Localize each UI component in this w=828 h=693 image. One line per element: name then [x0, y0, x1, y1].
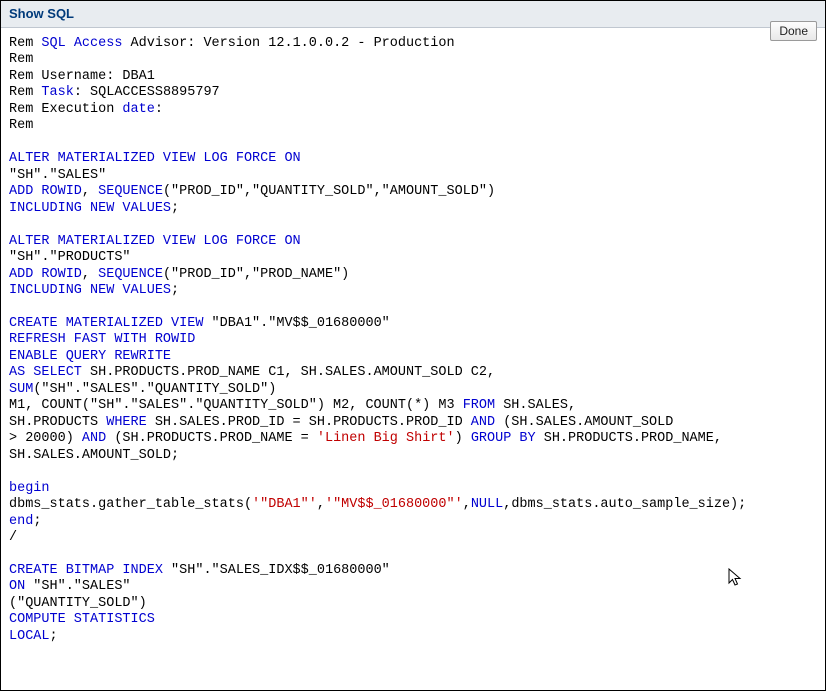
- panel-title: Show SQL: [9, 6, 74, 21]
- line: Rem: [9, 118, 33, 133]
- line: ADD ROWID, SEQUENCE("PROD_ID","QUANTITY_…: [9, 184, 495, 199]
- line: CREATE MATERIALIZED VIEW "DBA1"."MV$$_01…: [9, 316, 390, 331]
- line: M1, COUNT("SH"."SALES"."QUANTITY_SOLD") …: [9, 398, 576, 413]
- line: ENABLE QUERY REWRITE: [9, 349, 171, 364]
- line: dbms_stats.gather_table_stats('"DBA1"','…: [9, 497, 746, 512]
- line: Rem Execution date:: [9, 102, 163, 117]
- line: REFRESH FAST WITH ROWID: [9, 332, 195, 347]
- line: SH.SALES.AMOUNT_SOLD;: [9, 448, 179, 463]
- line: ALTER MATERIALIZED VIEW LOG FORCE ON: [9, 234, 301, 249]
- line: ("QUANTITY_SOLD"): [9, 596, 147, 611]
- line: Rem: [9, 52, 33, 67]
- line: ON "SH"."SALES": [9, 579, 131, 594]
- line: Rem SQL Access Advisor: Version 12.1.0.0…: [9, 36, 455, 51]
- line: "SH"."PRODUCTS": [9, 250, 131, 265]
- line: end;: [9, 514, 41, 529]
- line: SUM("SH"."SALES"."QUANTITY_SOLD"): [9, 382, 276, 397]
- done-button[interactable]: Done: [770, 21, 817, 41]
- line: > 20000) AND (SH.PRODUCTS.PROD_NAME = 'L…: [9, 431, 722, 446]
- line: CREATE BITMAP INDEX "SH"."SALES_IDX$$_01…: [9, 563, 390, 578]
- line: ADD ROWID, SEQUENCE("PROD_ID","PROD_NAME…: [9, 267, 349, 282]
- line: COMPUTE STATISTICS: [9, 612, 155, 627]
- line: INCLUDING NEW VALUES;: [9, 283, 179, 298]
- line: Rem Task: SQLACCESS8895797: [9, 85, 220, 100]
- line: INCLUDING NEW VALUES;: [9, 201, 179, 216]
- sql-text: Rem SQL Access Advisor: Version 12.1.0.0…: [1, 28, 825, 653]
- panel-header: Show SQL: [1, 1, 825, 28]
- line: Rem Username: DBA1: [9, 69, 155, 84]
- line: SH.PRODUCTS WHERE SH.SALES.PROD_ID = SH.…: [9, 415, 673, 430]
- line: "SH"."SALES": [9, 168, 106, 183]
- line: LOCAL;: [9, 629, 58, 644]
- line: begin: [9, 481, 50, 496]
- line: ALTER MATERIALIZED VIEW LOG FORCE ON: [9, 151, 301, 166]
- show-sql-panel: Show SQL Done Rem SQL Access Advisor: Ve…: [0, 0, 826, 691]
- line: /: [9, 530, 17, 545]
- line: AS SELECT SH.PRODUCTS.PROD_NAME C1, SH.S…: [9, 365, 495, 380]
